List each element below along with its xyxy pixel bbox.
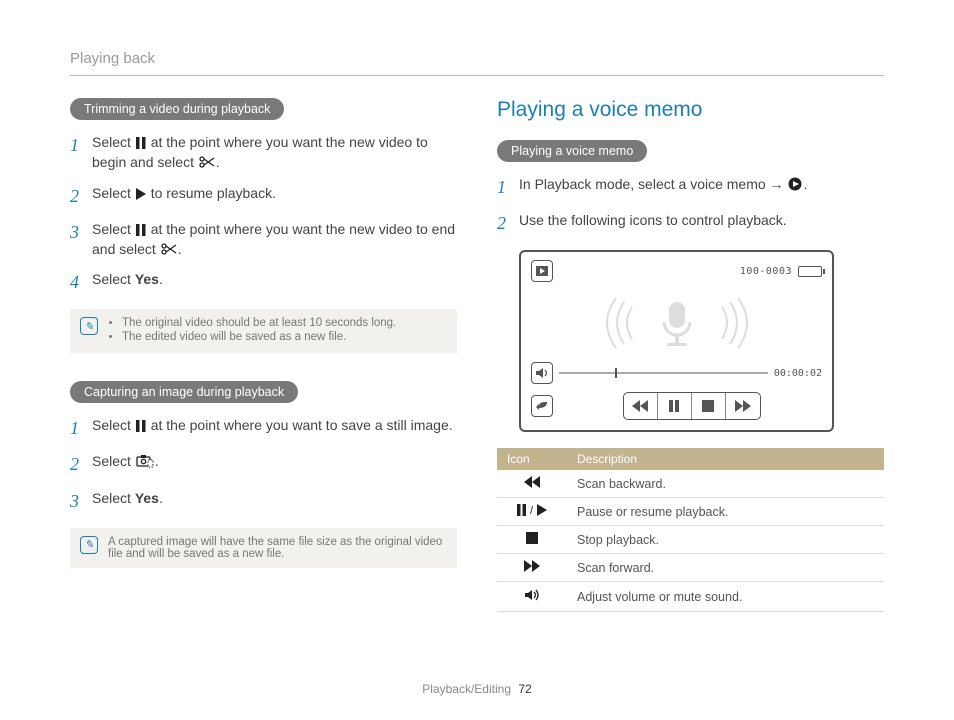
footer-section: Playback/Editing: [422, 682, 511, 696]
forward-icon: [497, 554, 567, 582]
stop-button: [692, 393, 726, 419]
content-columns: Trimming a video during playback 1 Selec…: [70, 98, 884, 612]
device-screen-illustration: 100-0003: [519, 250, 834, 432]
cell-desc: Adjust volume or mute sound.: [567, 582, 884, 612]
cell-desc: Scan backward.: [567, 470, 884, 498]
page-header: Playing back: [70, 50, 884, 76]
step-text: Select to resume playback.: [92, 183, 457, 203]
pause-icon: [136, 420, 146, 432]
section-title: Playing a voice memo: [497, 98, 884, 122]
trim-step-2: 2 Select to resume playback.: [70, 183, 457, 209]
stop-icon: [497, 526, 567, 554]
capture-step-3: 3 Select Yes.: [70, 488, 457, 514]
elapsed-time: 00:00:02: [774, 368, 822, 379]
pause-button: [658, 393, 692, 419]
step-number: 2: [70, 451, 92, 477]
left-column: Trimming a video during playback 1 Selec…: [70, 98, 457, 612]
step-number: 3: [70, 219, 92, 245]
playback-mode-icon: [531, 260, 553, 282]
file-label: 100-0003: [740, 266, 792, 277]
memo-steps: 1 In Playback mode, select a voice memo …: [497, 174, 884, 236]
pill-capturing: Capturing an image during playback: [70, 381, 298, 403]
pause-play-icon: /: [497, 498, 567, 526]
capture-step-1: 1 Select at the point where you want to …: [70, 415, 457, 441]
table-row: Adjust volume or mute sound.: [497, 582, 884, 612]
trim-step-1: 1 Select at the point where you want the…: [70, 132, 457, 173]
rewind-icon: [497, 470, 567, 498]
step-text: Select at the point where you want the n…: [92, 132, 457, 173]
memo-step-1: 1 In Playback mode, select a voice memo …: [497, 174, 884, 200]
table-row: Scan backward.: [497, 470, 884, 498]
capture-note-box: ✎ A captured image will have the same fi…: [70, 528, 457, 568]
volume-icon: [531, 362, 553, 384]
play-icon: [136, 188, 146, 200]
page-number: 72: [518, 682, 531, 696]
battery-icon: [798, 266, 822, 277]
table-header-desc: Description: [567, 448, 884, 470]
play-circle-icon: [788, 177, 802, 191]
pause-icon: [136, 137, 146, 149]
trim-step-3: 3 Select at the point where you want the…: [70, 219, 457, 260]
pill-voice-memo: Playing a voice memo: [497, 140, 647, 162]
note-list: The original video should be at least 10…: [108, 317, 396, 345]
step-number: 1: [70, 132, 92, 158]
note-text: A captured image will have the same file…: [108, 536, 447, 560]
scissors-icon: [199, 155, 215, 169]
step-text: Select Yes.: [92, 488, 457, 508]
volume-icon: [497, 582, 567, 612]
table-row: Stop playback.: [497, 526, 884, 554]
progress-bar: [559, 372, 768, 374]
note-icon: ✎: [80, 536, 98, 554]
table-row: Scan forward.: [497, 554, 884, 582]
control-group: [623, 392, 761, 420]
note-item: The edited video will be saved as a new …: [122, 331, 396, 343]
step-number: 2: [70, 183, 92, 209]
note-item: The original video should be at least 10…: [122, 317, 396, 329]
step-text: Select Yes.: [92, 269, 457, 289]
pill-trimming: Trimming a video during playback: [70, 98, 284, 120]
cell-desc: Scan forward.: [567, 554, 884, 582]
right-column: Playing a voice memo Playing a voice mem…: [497, 98, 884, 612]
step-text: Select at the point where you want the n…: [92, 219, 457, 260]
page-footer: Playback/Editing 72: [0, 682, 954, 696]
icon-description-table: Icon Description Scan backward. / Pause …: [497, 448, 884, 612]
cell-desc: Stop playback.: [567, 526, 884, 554]
forward-button: [726, 393, 760, 419]
capture-steps: 1 Select at the point where you want to …: [70, 415, 457, 513]
cell-desc: Pause or resume playback.: [567, 498, 884, 526]
step-number: 4: [70, 269, 92, 295]
pause-icon: [136, 224, 146, 236]
camera-crop-icon: [136, 454, 154, 468]
table-header-icon: Icon: [497, 448, 567, 470]
svg-text:/: /: [530, 505, 534, 516]
step-text: Select at the point where you want to sa…: [92, 415, 457, 435]
rewind-button: [624, 393, 658, 419]
note-icon: ✎: [80, 317, 98, 335]
trim-steps: 1 Select at the point where you want the…: [70, 132, 457, 295]
trim-note-box: ✎ The original video should be at least …: [70, 309, 457, 353]
step-text: In Playback mode, select a voice memo → …: [519, 174, 884, 194]
microphone-graphic: [531, 288, 822, 358]
step-text: Use the following icons to control playb…: [519, 210, 884, 230]
step-number: 3: [70, 488, 92, 514]
step-number: 1: [497, 174, 519, 200]
step-number: 2: [497, 210, 519, 236]
memo-step-2: 2 Use the following icons to control pla…: [497, 210, 884, 236]
trim-step-4: 4 Select Yes.: [70, 269, 457, 295]
scissors-icon: [161, 242, 177, 256]
step-number: 1: [70, 415, 92, 441]
capture-step-2: 2 Select .: [70, 451, 457, 477]
back-icon: [531, 395, 553, 417]
step-text: Select .: [92, 451, 457, 471]
table-row: / Pause or resume playback.: [497, 498, 884, 526]
